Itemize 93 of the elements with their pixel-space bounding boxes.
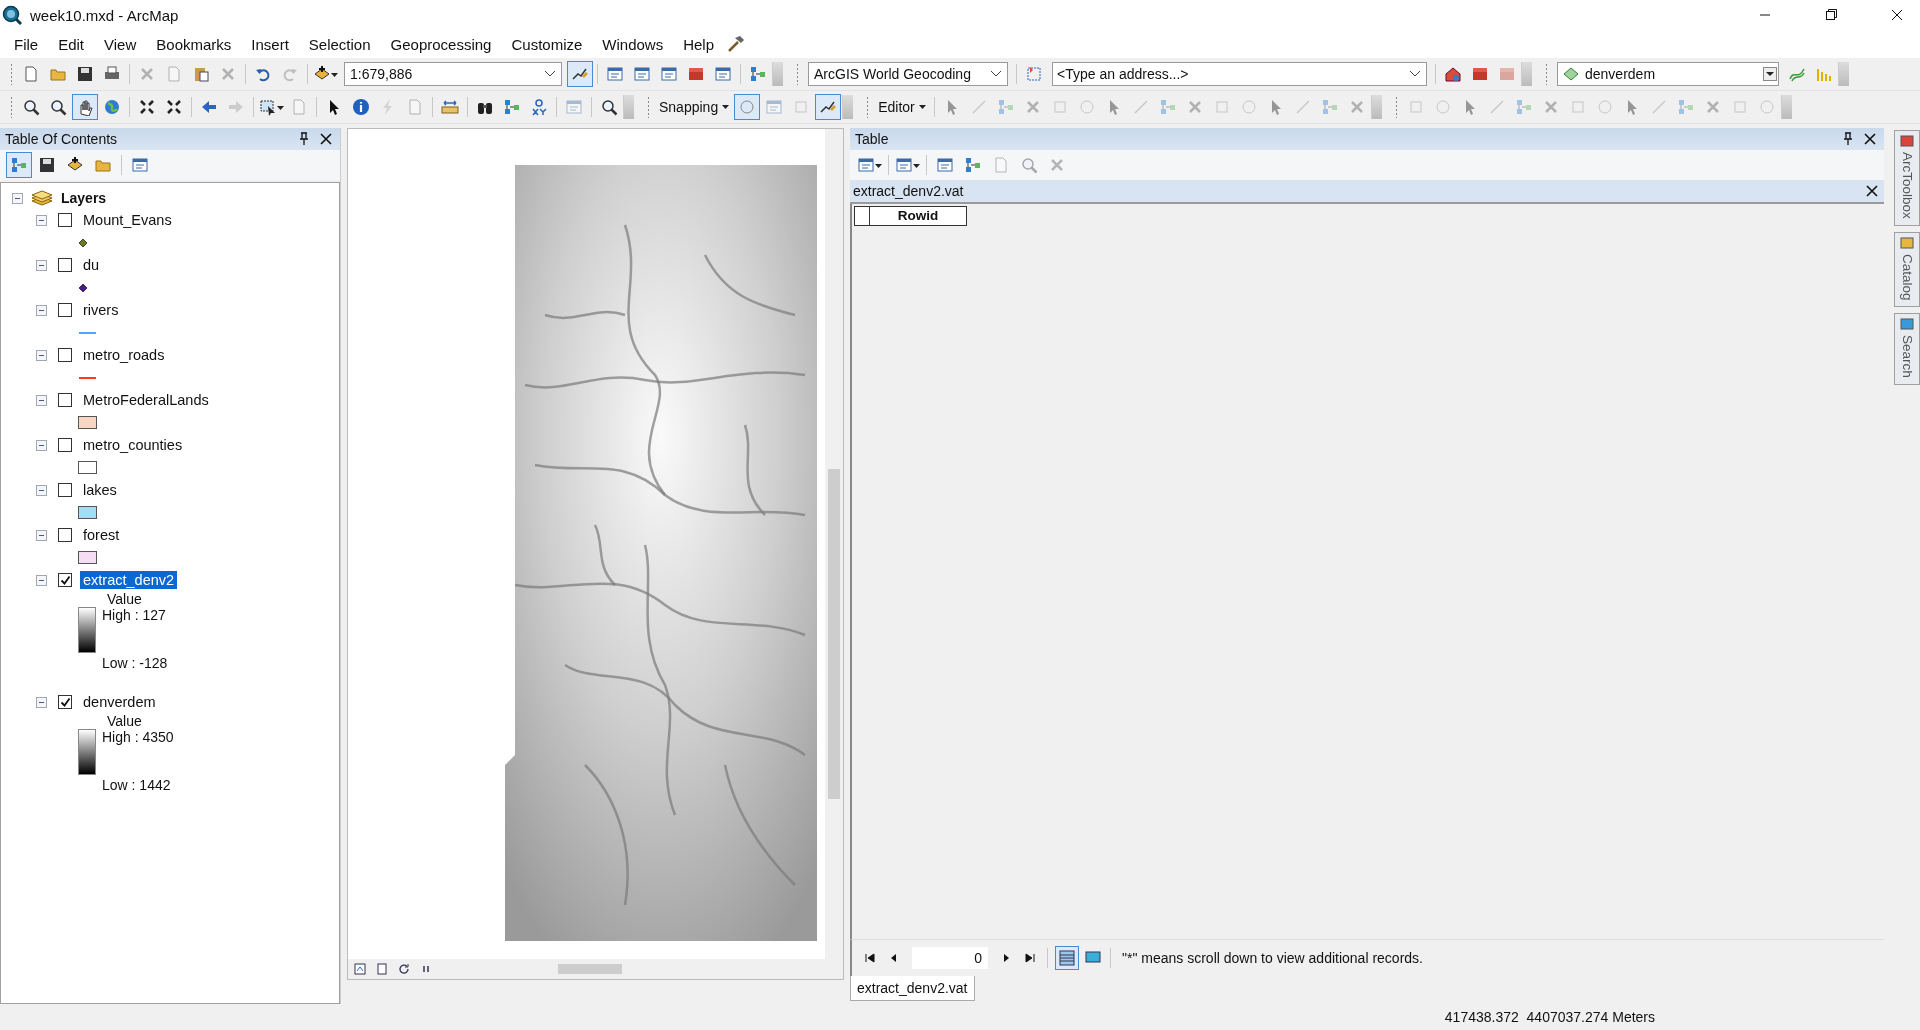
menu-item[interactable]: Windows	[594, 32, 672, 56]
layer-checkbox[interactable]	[58, 528, 72, 542]
layer-name[interactable]: metro_roads	[80, 346, 168, 364]
menu-item[interactable]: Insert	[243, 32, 297, 56]
toolbar-handle[interactable]	[796, 63, 799, 85]
panel-title: Table	[855, 131, 890, 147]
raster-layer-icon	[1563, 66, 1579, 82]
record-number-field[interactable]: 0	[912, 947, 988, 969]
layer-checkbox[interactable]	[58, 695, 72, 709]
layer-name[interactable]: Mount_Evans	[80, 211, 175, 229]
layer-checkbox[interactable]	[58, 348, 72, 362]
pan-icon[interactable]	[72, 94, 98, 120]
layer-checkbox[interactable]	[58, 393, 72, 407]
caret-icon[interactable]	[722, 104, 730, 110]
snap-edge-icon[interactable]	[815, 94, 842, 120]
layer-checkbox[interactable]	[58, 438, 72, 452]
layers-icon	[31, 190, 53, 206]
legend-field-label: Value	[106, 713, 143, 729]
collapse-icon[interactable]	[36, 484, 47, 496]
grayscale-ramp	[78, 607, 96, 653]
close-icon[interactable]	[1864, 133, 1876, 145]
vertical-scrollbar[interactable]	[825, 129, 843, 959]
collapse-icon[interactable]	[36, 529, 47, 541]
legend-field-label: Value	[106, 591, 143, 607]
layer-name[interactable]: du	[80, 256, 103, 274]
legend-high-label: High : 127	[102, 607, 167, 623]
address-field[interactable]: <Type an address...>	[1052, 62, 1427, 86]
menu-item[interactable]: Geoprocessing	[382, 32, 500, 56]
close-icon[interactable]	[1866, 185, 1878, 197]
row-selector-header[interactable]	[854, 206, 870, 226]
collapse-icon[interactable]	[36, 259, 47, 271]
collapse-icon[interactable]	[36, 394, 47, 406]
menu-item[interactable]: Bookmarks	[148, 32, 240, 56]
layer-name[interactable]: MetroFederalLands	[80, 391, 212, 409]
tree-item[interactable]: Layers	[61, 190, 107, 206]
layer-name[interactable]: extract_denv2	[80, 571, 178, 589]
toolbar-handle[interactable]	[647, 96, 650, 118]
app-logo-icon	[2, 5, 22, 25]
geocoder-dropdown[interactable]: ArcGIS World Geocoding	[808, 62, 1008, 86]
dock-tab[interactable]: Catalog	[1894, 231, 1920, 308]
table-tab[interactable]: extract_denv2.vat	[850, 976, 975, 1001]
column-header[interactable]: Rowid	[870, 206, 967, 226]
toolbar-handle[interactable]	[1394, 96, 1398, 118]
menu-item[interactable]: Help	[675, 32, 723, 56]
collapse-icon[interactable]	[36, 696, 47, 708]
collapse-icon[interactable]	[12, 192, 23, 204]
menu-item[interactable]: File	[6, 32, 47, 56]
layer-name[interactable]: lakes	[80, 481, 120, 499]
layer-checkbox[interactable]	[58, 213, 72, 227]
dock-tab[interactable]: Search	[1894, 313, 1920, 386]
scale-dropdown[interactable]: 1:679,886	[344, 62, 562, 86]
collapse-icon[interactable]	[36, 574, 47, 586]
layer-name[interactable]: denverdem	[80, 693, 159, 711]
toolbar-handle[interactable]	[10, 96, 13, 118]
toolbar-handle[interactable]	[1545, 63, 1548, 85]
layer-checkbox[interactable]	[58, 483, 72, 497]
legend-low-label: Low : 1442	[102, 777, 172, 793]
close-icon[interactable]	[320, 133, 332, 145]
pin-icon[interactable]	[1842, 132, 1854, 146]
table-name: extract_denv2.vat	[853, 183, 965, 199]
legend-high-label: High : 4350	[102, 729, 174, 745]
snapping-menu[interactable]: Snapping	[655, 96, 734, 118]
panel-title: Table Of Contents	[5, 131, 119, 147]
menu-item[interactable]: Edit	[50, 32, 93, 56]
pin-icon[interactable]	[298, 132, 310, 146]
toolbar-handle[interactable]	[10, 63, 13, 85]
editor-toolbar-icon[interactable]	[567, 61, 593, 87]
layer-name[interactable]: forest	[80, 526, 123, 544]
menu-item[interactable]: Customize	[503, 32, 591, 56]
layer-checkbox[interactable]	[58, 258, 72, 272]
layer-checkbox[interactable]	[58, 573, 72, 587]
editor-menu[interactable]: Editor	[874, 96, 930, 118]
dock-tab[interactable]: ArcToolbox	[1894, 130, 1920, 226]
show-all-records-icon[interactable]	[1055, 946, 1079, 970]
layer-name[interactable]: metro_counties	[80, 436, 186, 454]
collapse-icon[interactable]	[36, 439, 47, 451]
layer-dropdown[interactable]: denverdem	[1557, 62, 1779, 86]
layer-checkbox[interactable]	[58, 303, 72, 317]
grayscale-ramp	[78, 729, 96, 775]
hammer-icon[interactable]	[726, 34, 747, 54]
collapse-icon[interactable]	[36, 304, 47, 316]
records-note: "*" means scroll down to view additional records.	[1122, 950, 1423, 966]
toolbar-handle[interactable]	[866, 96, 870, 118]
collapse-icon[interactable]	[36, 214, 47, 226]
map-coordinates: 417438.372 4407037.274 Meters	[1444, 1009, 1655, 1025]
window-title: week10.mxd - ArcMap	[30, 6, 179, 24]
layer-name[interactable]: rivers	[80, 301, 122, 319]
caret-icon[interactable]	[918, 104, 926, 110]
menu-item[interactable]: View	[96, 32, 145, 56]
dropdown-button-icon[interactable]	[1763, 67, 1777, 81]
menu-item[interactable]: Selection	[300, 32, 379, 56]
legend-low-label: Low : -128	[102, 655, 168, 671]
collapse-icon[interactable]	[36, 349, 47, 361]
